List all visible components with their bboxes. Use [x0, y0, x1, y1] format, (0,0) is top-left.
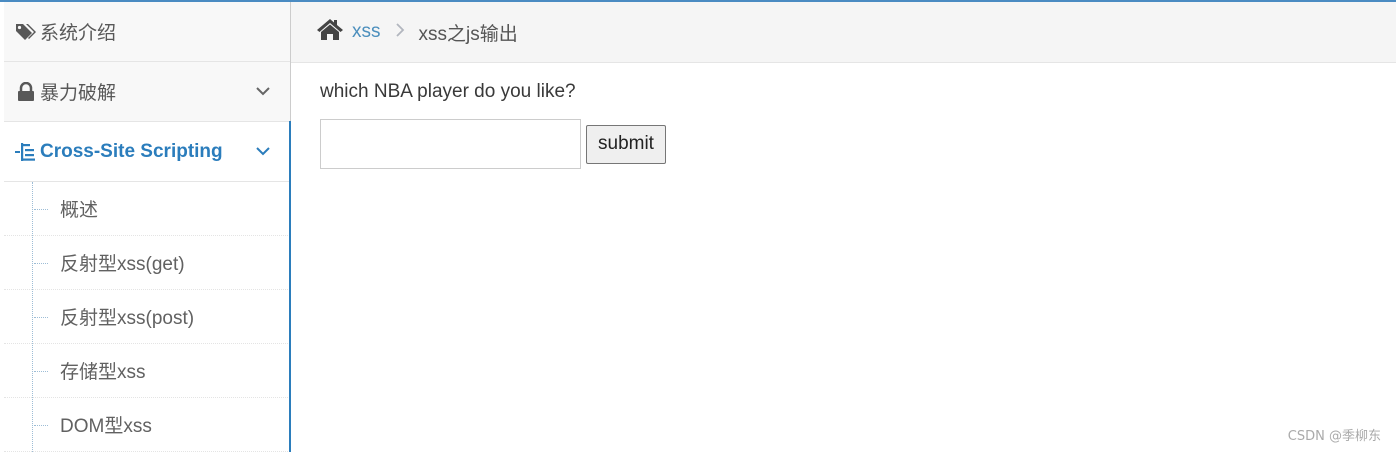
player-input[interactable]	[320, 119, 581, 169]
submenu-item-reflected-get[interactable]: 反射型xss(get)	[4, 236, 290, 290]
page-body: which NBA player do you like? submit	[291, 63, 1396, 169]
question-text: which NBA player do you like?	[320, 81, 576, 102]
submenu-item-label: 概述	[60, 200, 99, 221]
sitemap-icon	[14, 141, 38, 163]
submenu-item-label: 存储型xss	[60, 362, 146, 383]
sidebar-item-brute-force[interactable]: 暴力破解	[4, 62, 290, 122]
submenu-item-dom[interactable]: DOM型xss	[4, 398, 290, 452]
submenu-item-overview[interactable]: 概述	[4, 182, 290, 236]
submenu-item-reflected-post[interactable]: 反射型xss(post)	[4, 290, 290, 344]
breadcrumb: xss xss之js输出	[291, 2, 1396, 63]
sidebar-item-label: 系统介绍	[40, 23, 117, 44]
lock-icon	[14, 81, 38, 103]
tree-branch	[34, 209, 48, 210]
tree-branch	[34, 263, 48, 264]
watermark: CSDN @季柳东	[1287, 429, 1381, 444]
main-content: xss xss之js输出 which NBA player do you lik…	[291, 2, 1396, 452]
sidebar: 系统介绍 暴力破解 Cross-Site Scripting 概述 反射型xss…	[4, 2, 292, 452]
sidebar-item-label: Cross-Site Scripting	[40, 140, 223, 162]
breadcrumb-link-xss[interactable]: xss	[352, 21, 381, 43]
chevron-down-icon[interactable]	[254, 82, 272, 100]
submenu-item-stored[interactable]: 存储型xss	[4, 344, 290, 398]
tree-branch	[34, 425, 48, 426]
player-form: submit	[320, 119, 1396, 169]
xss-submenu: 概述 反射型xss(get) 反射型xss(post) 存储型xss DOM型x…	[4, 182, 290, 452]
sidebar-item-system-intro[interactable]: 系统介绍	[4, 2, 290, 62]
home-icon[interactable]	[316, 17, 352, 47]
submenu-item-label: DOM型xss	[60, 416, 152, 437]
submenu-item-label: 反射型xss(get)	[60, 254, 185, 275]
submenu-item-label: 反射型xss(post)	[60, 308, 195, 329]
tags-icon	[14, 21, 38, 43]
chevron-down-icon[interactable]	[254, 142, 272, 160]
breadcrumb-current: xss之js输出	[418, 23, 518, 45]
sidebar-item-xss[interactable]: Cross-Site Scripting	[4, 122, 290, 182]
chevron-right-icon	[381, 21, 419, 43]
sidebar-item-label: 暴力破解	[40, 83, 117, 104]
submit-button[interactable]: submit	[586, 124, 666, 164]
tree-branch	[34, 317, 48, 318]
tree-branch	[34, 371, 48, 372]
